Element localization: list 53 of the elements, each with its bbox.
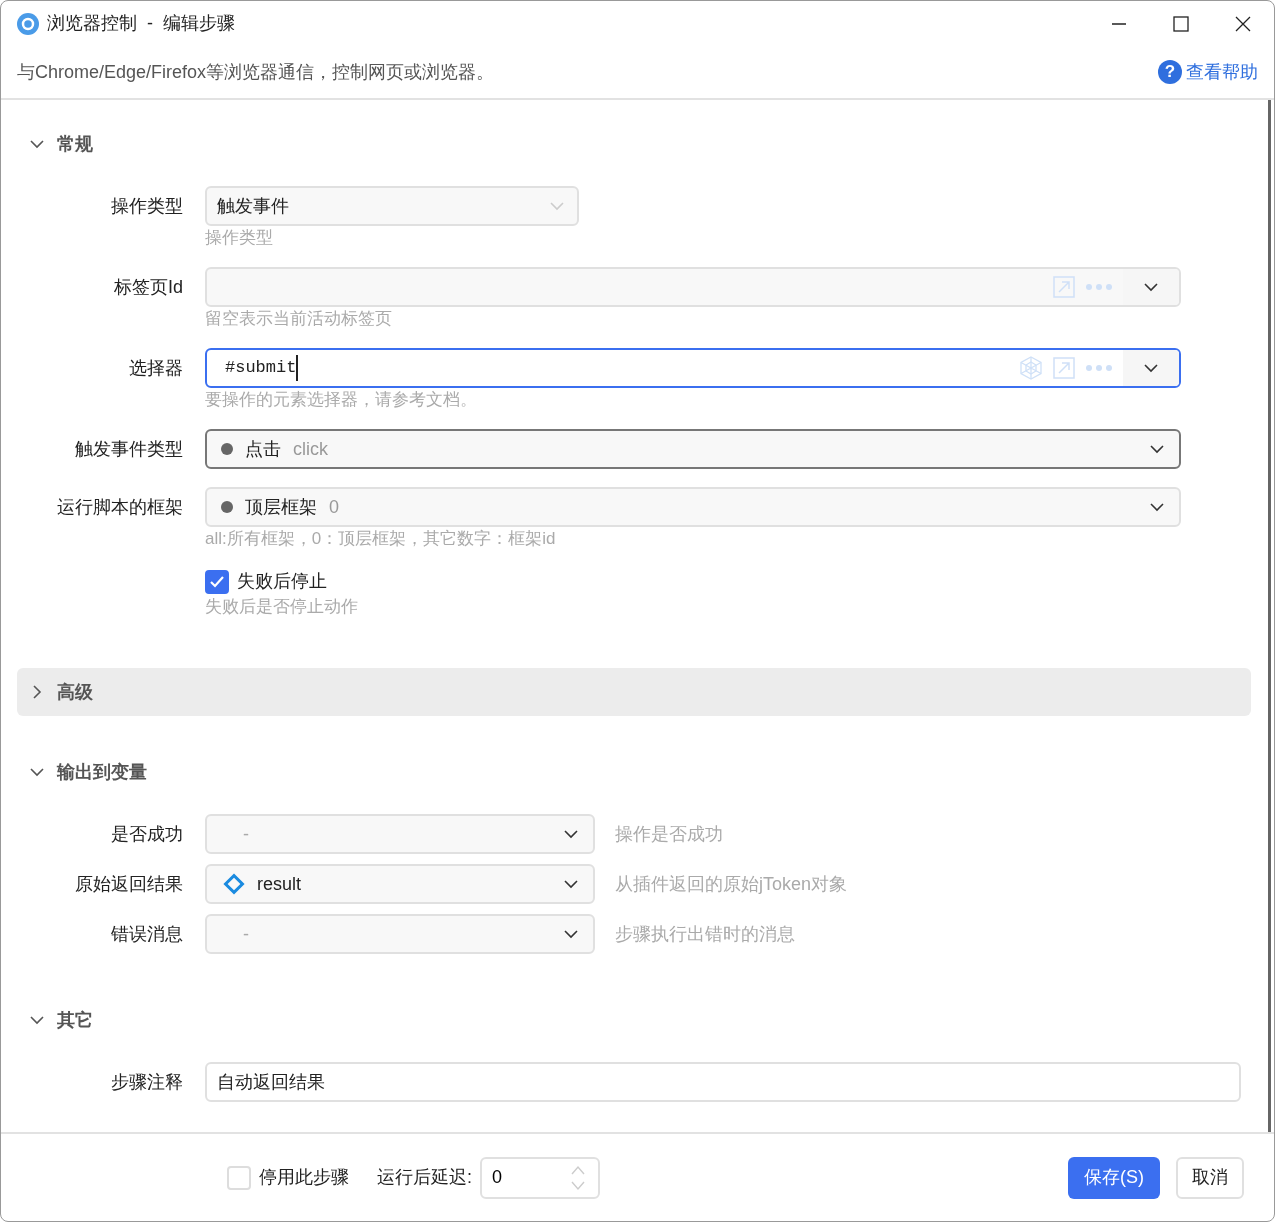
save-button[interactable]: 保存(S) xyxy=(1068,1156,1160,1199)
field-hint: 留空表示当前活动标签页 xyxy=(205,308,393,330)
input-field[interactable]: 自动返回结果 xyxy=(205,1062,1241,1102)
field-label: 操作类型 xyxy=(110,195,184,218)
delay-label: 运行后延迟: xyxy=(377,1166,472,1189)
dropdown[interactable]: 顶层框架 0 xyxy=(205,487,1181,527)
checkbox[interactable] xyxy=(205,569,229,594)
window-title: 浏览器控制 - 编辑步骤 xyxy=(47,12,236,35)
field-label: 标签页Id xyxy=(113,276,184,299)
field-hint: 操作类型 xyxy=(205,227,274,249)
check-icon xyxy=(210,575,224,588)
section-header[interactable]: 其它 xyxy=(17,996,1251,1044)
help-link[interactable]: ? 查看帮助 xyxy=(1158,58,1258,86)
field-hint: all:所有框架，0：顶层框架，其它数字：框架id xyxy=(205,528,557,550)
field-label: 步骤注释 xyxy=(110,1071,184,1094)
description-text: 与Chrome/Edge/Firefox等浏览器通信，控制网页或浏览器。 xyxy=(17,60,495,84)
number-field[interactable]: 0 xyxy=(480,1156,600,1199)
field-hint: 从插件返回的原始jToken对象 xyxy=(615,873,848,896)
open-external-icon[interactable] xyxy=(1053,276,1075,298)
field-hint: 操作是否成功 xyxy=(615,823,723,846)
section-header[interactable]: 输出到变量 xyxy=(17,748,1251,796)
dropdown[interactable]: 点击 click xyxy=(205,429,1181,469)
bullet-icon xyxy=(221,501,233,513)
input-field[interactable]: #submit xyxy=(205,348,1181,388)
checkbox-label[interactable]: 失败后停止 xyxy=(237,568,327,595)
minimize-icon xyxy=(1111,22,1127,25)
help-icon: ? xyxy=(1158,60,1182,84)
diamond-icon xyxy=(223,873,245,895)
field-label: 触发事件类型 xyxy=(74,438,184,461)
field-hint: 要操作的元素选择器，请参考文档。 xyxy=(205,389,478,411)
field-label: 选择器 xyxy=(128,357,184,380)
field-label: 错误消息 xyxy=(110,923,184,946)
input-field[interactable] xyxy=(205,267,1181,307)
checkbox-label[interactable]: 停用此步骤 xyxy=(259,1164,349,1191)
web-icon xyxy=(1019,356,1043,380)
section-header[interactable]: 高级 xyxy=(17,668,1251,716)
app-logo-icon xyxy=(17,12,39,35)
section-header[interactable]: 常规 xyxy=(17,120,1251,168)
more-icon[interactable] xyxy=(1085,364,1113,372)
cancel-button[interactable]: 取消 xyxy=(1176,1156,1244,1199)
field-hint: 步骤执行出错时的消息 xyxy=(615,923,795,946)
scrollbar[interactable] xyxy=(1268,100,1271,1132)
dropdown[interactable]: result xyxy=(205,864,595,904)
dropdown[interactable]: 触发事件 xyxy=(205,186,579,226)
field-label: 是否成功 xyxy=(110,823,184,846)
maximize-icon xyxy=(1173,15,1189,32)
bullet-icon xyxy=(221,443,233,455)
close-icon xyxy=(1235,15,1251,32)
field-hint: 失败后是否停止动作 xyxy=(205,596,359,618)
open-external-icon[interactable] xyxy=(1053,357,1075,379)
field-label: 原始返回结果 xyxy=(74,873,184,896)
more-icon[interactable] xyxy=(1085,283,1113,291)
field-label: 运行脚本的框架 xyxy=(56,496,184,519)
